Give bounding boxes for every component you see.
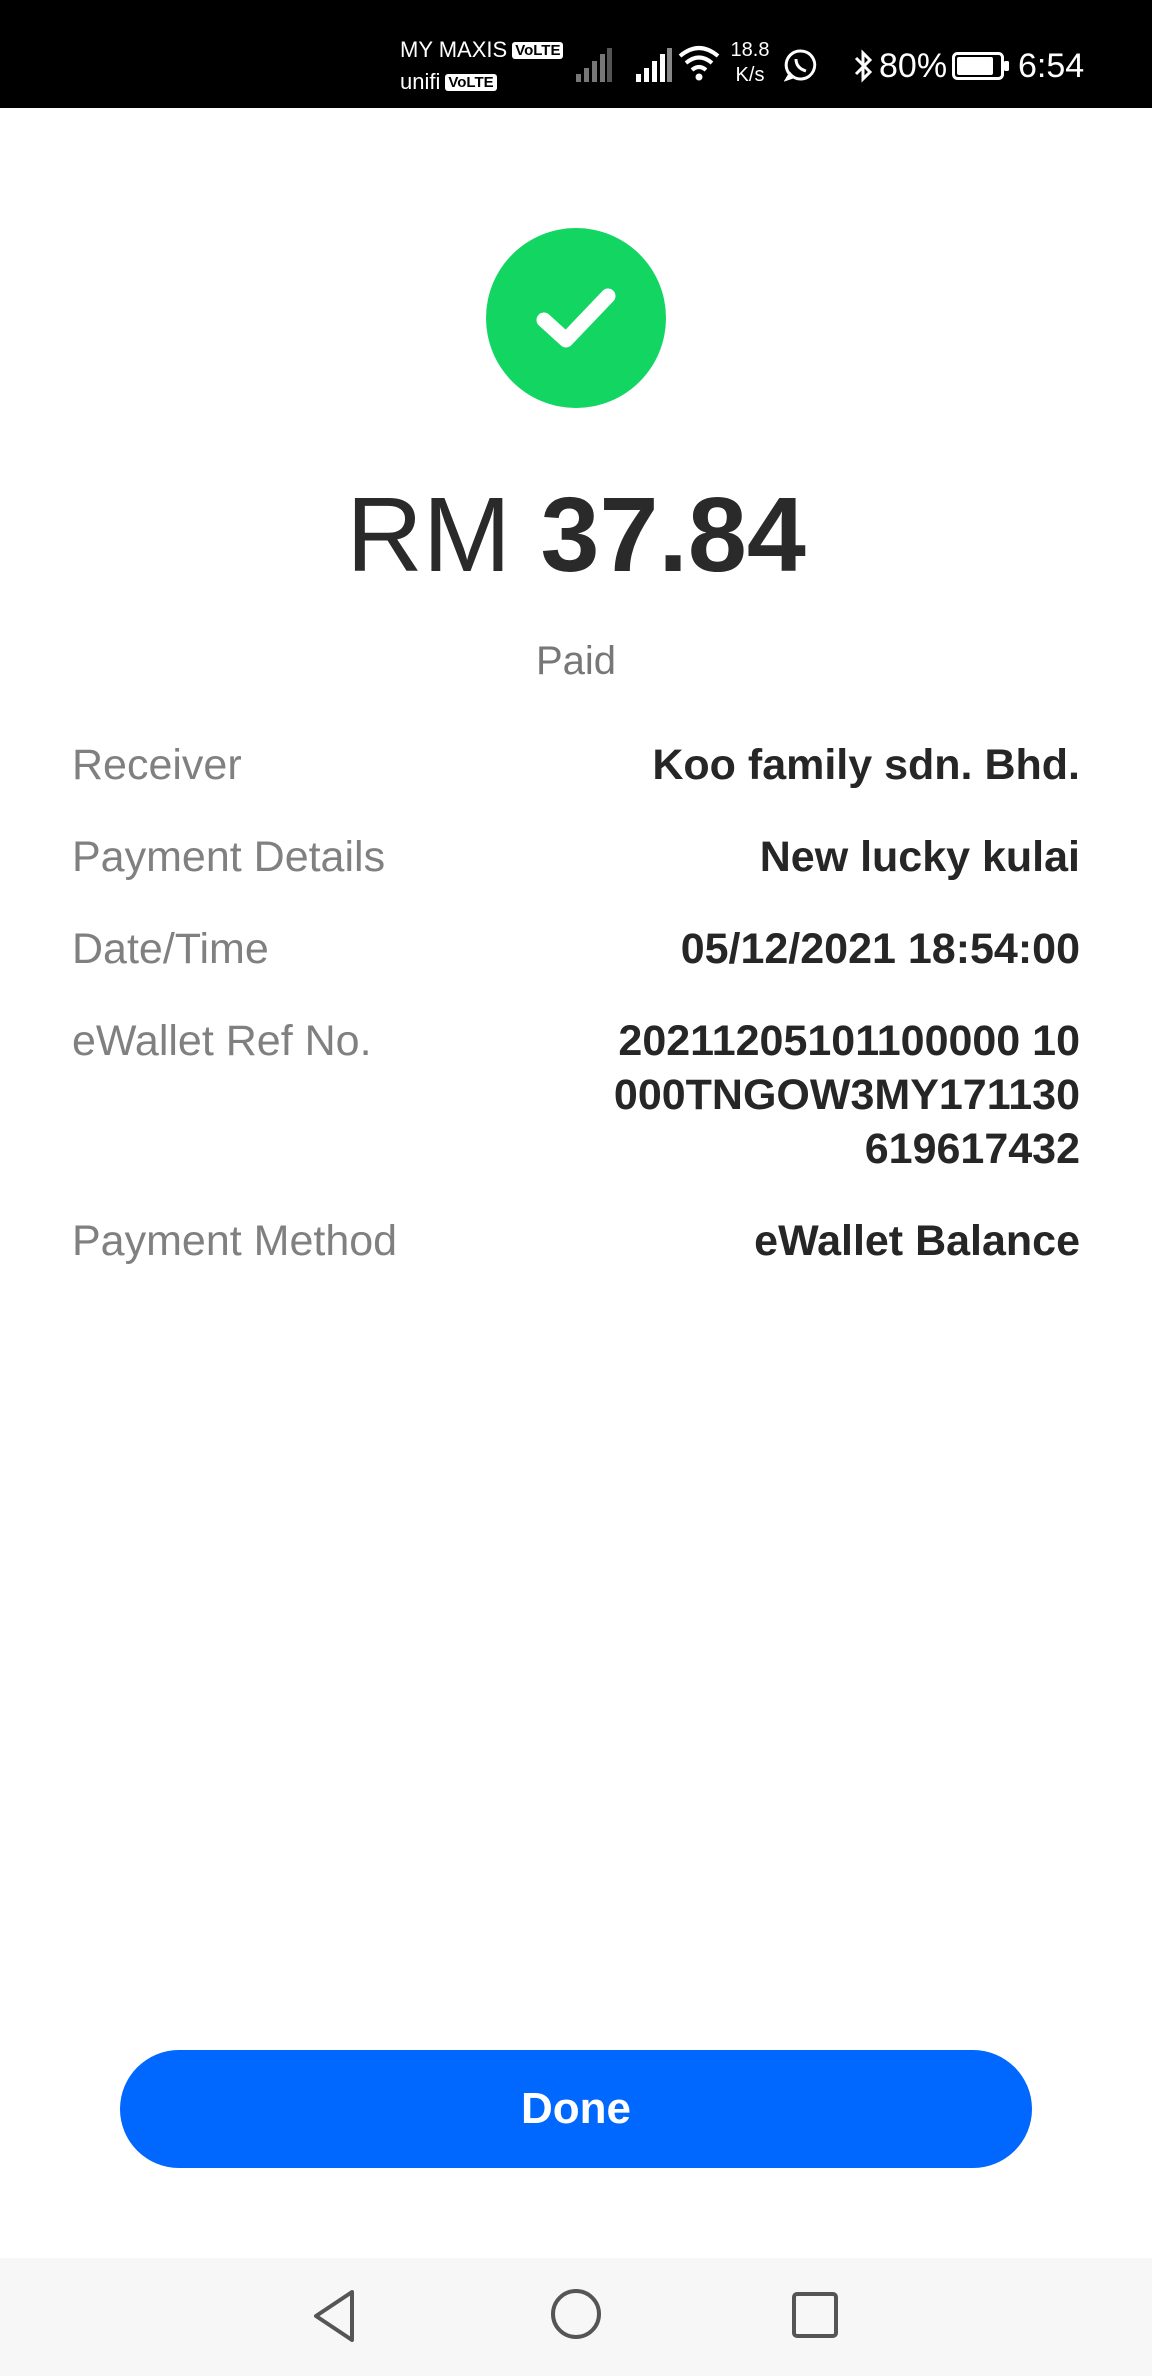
system-nav-bar [0, 2258, 1152, 2376]
bluetooth-icon [854, 49, 873, 83]
signal-strength-icon [576, 48, 612, 82]
ewallet-ref-line-2: 000TNGOW3MY171130 [613, 1071, 1080, 1119]
ewallet-ref-row: eWallet Ref No. 20211205101100000 10 000… [72, 1014, 1080, 1176]
network-speed: 18.8 K/s [724, 38, 776, 88]
amount-value: 37.84 [540, 476, 806, 594]
payment-method-row: Payment Method eWallet Balance [72, 1214, 1080, 1268]
ewallet-ref-label: eWallet Ref No. [72, 1017, 372, 1065]
success-check-icon [486, 228, 666, 408]
volte-badge: VoLTE [445, 73, 497, 91]
wifi-icon [678, 46, 720, 81]
carrier-2-label: unifi [400, 69, 441, 94]
payment-details-row: Payment Details New lucky kulai [72, 830, 1080, 884]
payment-amount: RM 37.84 [0, 470, 1152, 600]
done-button[interactable]: Done [120, 2050, 1032, 2168]
payment-method-label: Payment Method [72, 1217, 398, 1265]
carrier-info: MY MAXIS VoLTE unifi VoLTE [400, 34, 564, 98]
clock: 6:54 [1018, 47, 1085, 85]
currency-label: RM [346, 476, 512, 594]
recent-square-icon[interactable] [790, 2290, 840, 2340]
ewallet-ref-value: 20211205101100000 10 000TNGOW3MY171130 6… [560, 1014, 1080, 1176]
ewallet-ref-line-1: 20211205101100000 10 [618, 1017, 1080, 1065]
datetime-value: 05/12/2021 18:54:00 [680, 925, 1080, 973]
status-bar: MY MAXIS VoLTE unifi VoLTE 18.8 K/s 80% … [0, 0, 1152, 108]
volte-badge: VoLTE [512, 41, 564, 59]
datetime-row: Date/Time 05/12/2021 18:54:00 [72, 922, 1080, 976]
datetime-label: Date/Time [72, 925, 269, 973]
carrier-1-label: MY MAXIS [400, 37, 508, 62]
network-speed-unit: K/s [735, 64, 765, 86]
battery-percent: 80% [879, 47, 948, 85]
home-circle-icon[interactable] [548, 2286, 604, 2342]
network-speed-value: 18.8 [730, 39, 770, 61]
payment-details-value: New lucky kulai [759, 833, 1080, 881]
payment-status: Paid [535, 639, 617, 683]
receiver-label: Receiver [72, 741, 242, 789]
receiver-row: Receiver Koo family sdn. Bhd. [72, 738, 1080, 792]
signal-strength-icon [636, 48, 672, 82]
battery-icon [952, 52, 1009, 80]
ewallet-ref-line-3: 619617432 [864, 1125, 1080, 1173]
receiver-value: Koo family sdn. Bhd. [652, 741, 1080, 789]
payment-details-label: Payment Details [72, 833, 386, 881]
payment-method-value: eWallet Balance [754, 1217, 1080, 1265]
payment-success-screen: MY MAXIS VoLTE unifi VoLTE 18.8 K/s 80% … [0, 0, 1152, 2376]
whatsapp-icon [784, 49, 817, 82]
back-triangle-icon[interactable] [310, 2288, 358, 2344]
